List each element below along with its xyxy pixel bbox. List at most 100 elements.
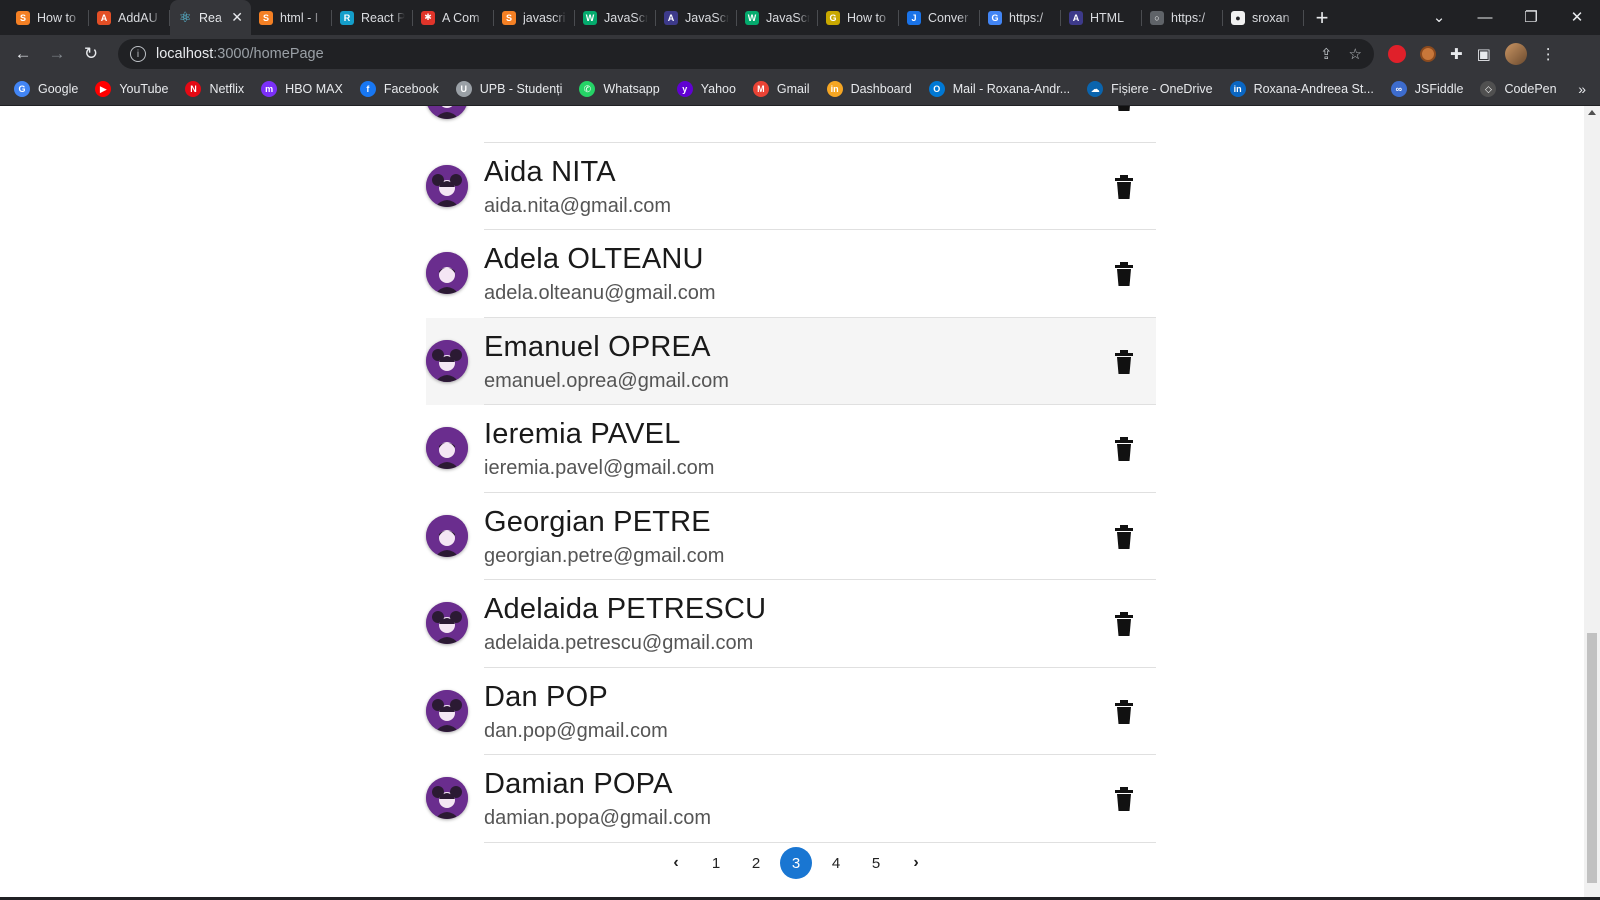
share-icon[interactable]: ⇪ bbox=[1320, 45, 1333, 63]
pagination-next-icon[interactable]: › bbox=[900, 847, 932, 879]
tab-8[interactable]: A JavaScr bbox=[656, 0, 737, 35]
address-bar[interactable]: i localhost:3000/homePage ⇪ ☆ bbox=[118, 39, 1374, 69]
scrollbar[interactable] bbox=[1584, 106, 1600, 900]
list-item[interactable]: ianca.nistor@gmail.com bbox=[426, 106, 1156, 143]
list-item[interactable]: Aida NITA aida.nita@gmail.com bbox=[426, 143, 1156, 230]
geeks-icon: G bbox=[826, 10, 840, 25]
bookmark-11[interactable]: ☁ Fișiere - OneDrive bbox=[1087, 81, 1213, 97]
site-info-icon[interactable]: i bbox=[130, 46, 146, 62]
list-item[interactable]: Georgian PETRE georgian.petre@gmail.com bbox=[426, 493, 1156, 580]
tab-3[interactable]: Shtml - I bbox=[251, 0, 332, 35]
tab-title: javascri bbox=[523, 10, 566, 25]
tab-title: JavaScr bbox=[685, 10, 729, 25]
tab-4[interactable]: R React P bbox=[332, 0, 413, 35]
list-item[interactable]: Ieremia PAVEL ieremia.pavel@gmail.com bbox=[426, 405, 1156, 493]
reload-icon[interactable]: ↻ bbox=[76, 39, 106, 69]
bookmark-6[interactable]: ✆ Whatsapp bbox=[579, 81, 660, 97]
back-icon[interactable]: ← bbox=[8, 39, 38, 69]
bookmark-5[interactable]: U UPB - Studenți bbox=[455, 81, 562, 97]
scroll-thumb[interactable] bbox=[1587, 633, 1597, 883]
new-tab-button[interactable]: + bbox=[1304, 0, 1340, 35]
pagination-prev-icon[interactable]: ‹ bbox=[660, 847, 692, 879]
bookmark-0[interactable]: G Google bbox=[14, 81, 78, 97]
tab-title: JavaScr bbox=[766, 10, 810, 25]
contact-name: Emanuel OPREA bbox=[484, 330, 711, 363]
adblock-extension-icon[interactable] bbox=[1388, 45, 1406, 63]
tab-5[interactable]: ✱ A Com bbox=[413, 0, 494, 35]
tab-12[interactable]: Ghttps:/ bbox=[980, 0, 1061, 35]
forward-icon[interactable]: → bbox=[42, 39, 72, 69]
bookmark-3[interactable]: m HBO MAX bbox=[261, 81, 343, 97]
bookmarks-overflow-icon[interactable]: » bbox=[1578, 81, 1586, 97]
menu-kebab-icon[interactable]: ⋮ bbox=[1541, 45, 1556, 63]
tab-7[interactable]: W JavaScr bbox=[575, 0, 656, 35]
tab-search-icon[interactable]: ⌄ bbox=[1416, 0, 1462, 35]
tab-2[interactable]: ⚛ Rea ✕ bbox=[170, 0, 251, 35]
list-item[interactable]: Adela OLTEANU adela.olteanu@gmail.com bbox=[426, 230, 1156, 318]
bookmark-label: Google bbox=[38, 82, 79, 96]
delete-icon[interactable] bbox=[1114, 262, 1134, 286]
bookmarks-list: G Google ▶ YouTube N Netflix m HBO MAX f Facebook… bbox=[14, 81, 1574, 97]
w3schools-icon: W bbox=[745, 10, 759, 25]
bookmark-10[interactable]: O Mail - Roxana-Andr... bbox=[928, 81, 1070, 97]
bookmark-9[interactable]: in Dashboard bbox=[826, 81, 912, 97]
list-item[interactable]: Adelaida PETRESCU adelaida.petrescu@gmail… bbox=[426, 580, 1156, 668]
bookmark-14[interactable]: ◇ CodePen bbox=[1480, 81, 1557, 97]
bookmark-label: Facebook bbox=[383, 82, 439, 96]
tab-0[interactable]: S How to bbox=[8, 0, 89, 35]
tab-1[interactable]: A AddAU bbox=[89, 0, 170, 35]
close-window-icon[interactable]: ✕ bbox=[1554, 0, 1600, 35]
side-panel-icon[interactable]: ▣ bbox=[1477, 45, 1491, 63]
page-button-1[interactable]: 1 bbox=[700, 847, 732, 879]
profile-avatar[interactable] bbox=[1504, 43, 1527, 65]
bookmark-12[interactable]: in Roxana-Andreea St... bbox=[1229, 81, 1374, 97]
tab-14[interactable]: ○ https:/ bbox=[1142, 0, 1223, 35]
tab-13[interactable]: A HTML bbox=[1061, 0, 1142, 35]
delete-icon[interactable] bbox=[1114, 174, 1134, 199]
tab-6[interactable]: Sjavascri bbox=[494, 0, 575, 35]
bookmark-4[interactable]: f Facebook bbox=[359, 81, 439, 97]
delete-icon[interactable] bbox=[1114, 106, 1134, 111]
scroll-up-icon[interactable] bbox=[1588, 110, 1596, 115]
url-path: :3000/homePage bbox=[213, 46, 324, 62]
delete-icon[interactable] bbox=[1114, 787, 1134, 811]
tab-15[interactable]: ● sroxan bbox=[1223, 0, 1304, 35]
cookie-extension-icon[interactable] bbox=[1420, 46, 1436, 62]
bookmark-8[interactable]: M Gmail bbox=[752, 81, 810, 97]
minimize-icon[interactable]: — bbox=[1462, 0, 1508, 35]
bookmark-13[interactable]: ∞ JSFiddle bbox=[1390, 81, 1463, 97]
tab-title: sroxan bbox=[1252, 10, 1290, 25]
puzzle-extensions-icon[interactable]: ✚ bbox=[1450, 45, 1463, 63]
list-item[interactable]: Damian POPA damian.popa@gmail.com bbox=[426, 755, 1156, 843]
bookmark-label: HBO MAX bbox=[285, 82, 343, 96]
delete-icon[interactable] bbox=[1114, 612, 1134, 636]
page-button-4[interactable]: 4 bbox=[820, 847, 852, 879]
bookmark-label: Fișiere - OneDrive bbox=[1111, 82, 1213, 96]
upb-icon: U bbox=[455, 81, 472, 97]
delete-icon[interactable] bbox=[1114, 349, 1134, 374]
dashboard-icon: in bbox=[826, 81, 843, 97]
avatar bbox=[426, 252, 468, 294]
contact-text: Emanuel OPREA emanuel.oprea@gmail.com bbox=[484, 330, 729, 393]
delete-icon[interactable] bbox=[1114, 437, 1134, 461]
bookmark-2[interactable]: N Netflix bbox=[185, 81, 244, 97]
bookmark-7[interactable]: y Yahoo bbox=[676, 81, 736, 97]
page-button-2[interactable]: 2 bbox=[740, 847, 772, 879]
avatar bbox=[426, 339, 468, 382]
netflix-icon: N bbox=[185, 81, 202, 97]
delete-icon[interactable] bbox=[1114, 699, 1134, 724]
delete-icon[interactable] bbox=[1114, 524, 1134, 549]
page-button-5[interactable]: 5 bbox=[860, 847, 892, 879]
list-item[interactable]: Emanuel OPREA emanuel.oprea@gmail.com bbox=[426, 317, 1156, 405]
tab-10[interactable]: G How to bbox=[818, 0, 899, 35]
restore-icon[interactable]: ❐ bbox=[1508, 0, 1554, 35]
page-button-3[interactable]: 3 bbox=[780, 847, 812, 879]
tab-list: S How to A AddAU ⚛ Rea ✕ Shtml - I R React P ✱ A Co… bbox=[0, 0, 1304, 35]
tab-11[interactable]: J Conver bbox=[899, 0, 980, 35]
list-item[interactable]: Dan POP dan.pop@gmail.com bbox=[426, 668, 1156, 755]
tab-9[interactable]: W JavaScr bbox=[737, 0, 818, 35]
avatar bbox=[426, 106, 468, 119]
close-tab-icon[interactable]: ✕ bbox=[231, 9, 243, 26]
bookmark-star-icon[interactable]: ☆ bbox=[1349, 45, 1362, 63]
bookmark-1[interactable]: ▶ YouTube bbox=[95, 81, 168, 97]
